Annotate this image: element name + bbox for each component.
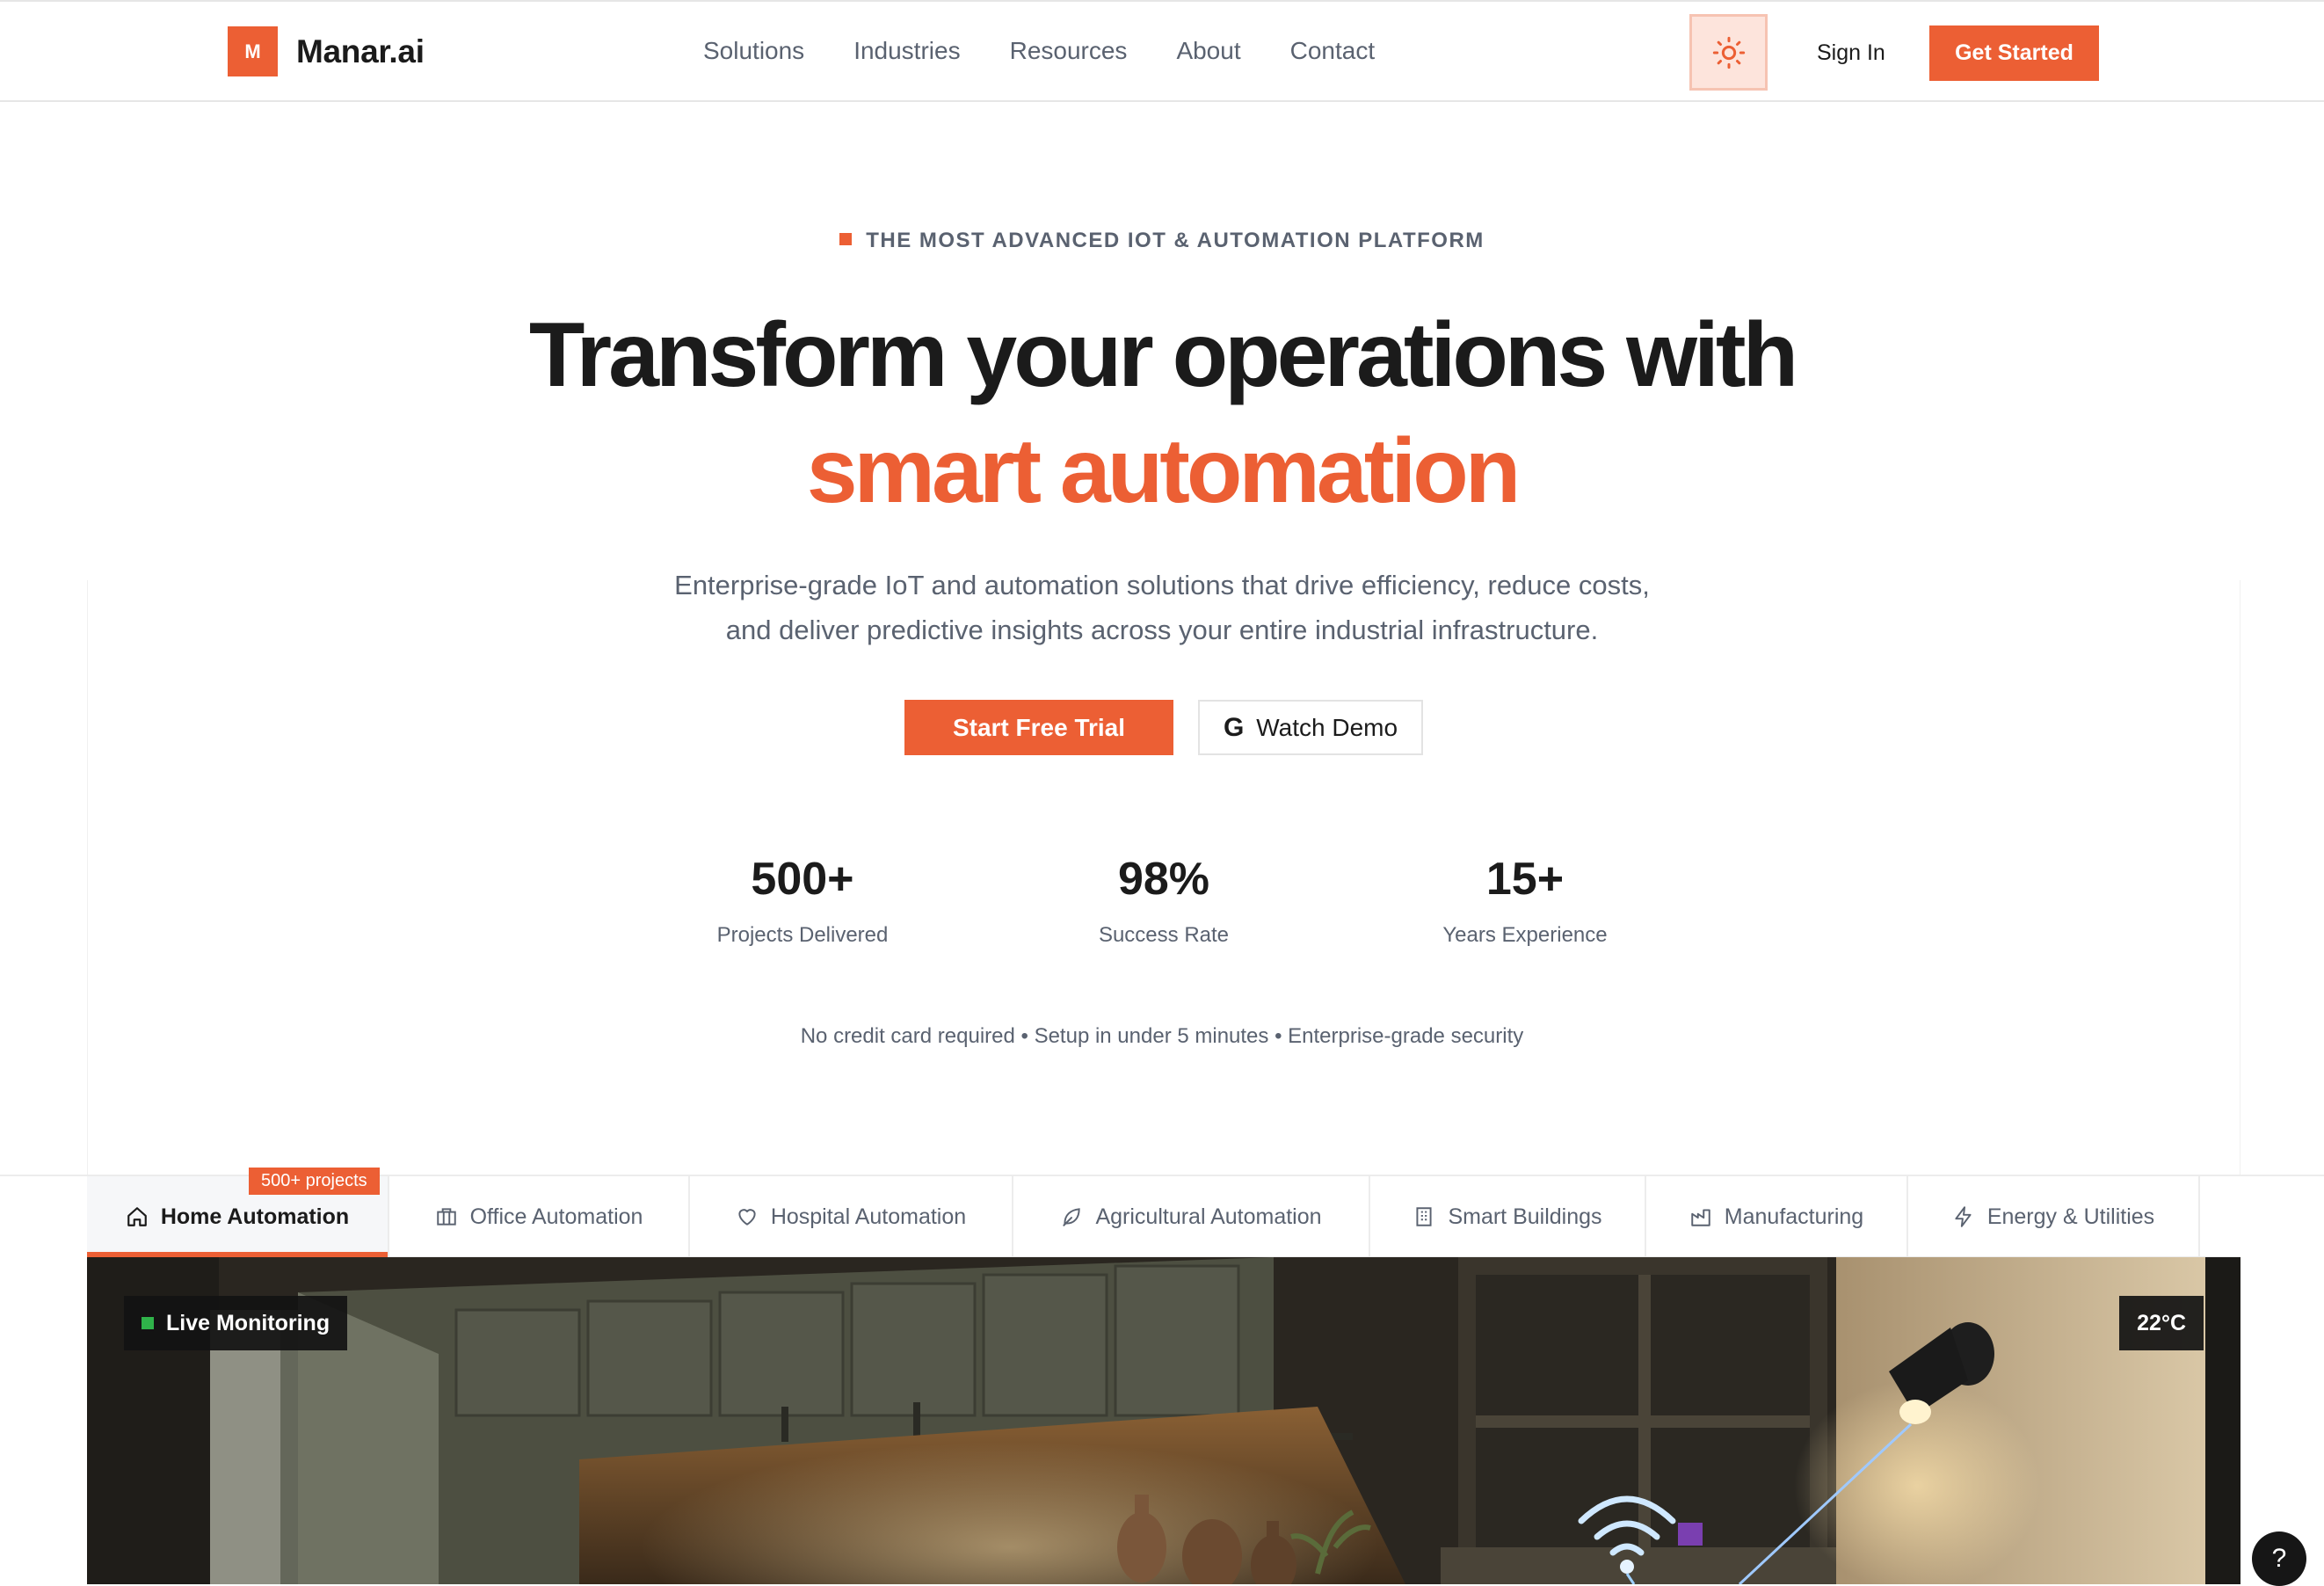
tab-label: Office Automation xyxy=(469,1204,643,1229)
hero-title-line1: Transform your operations with xyxy=(528,304,1798,406)
logo-mark[interactable]: M xyxy=(228,26,278,76)
home-icon xyxy=(127,1207,147,1226)
get-started-button[interactable]: Get Started xyxy=(1929,25,2099,81)
nav-contact[interactable]: Contact xyxy=(1290,37,1376,65)
hero-subtitle: Enterprise-grade IoT and automation solu… xyxy=(591,563,1733,652)
nav-solutions[interactable]: Solutions xyxy=(703,37,804,65)
sun-icon xyxy=(1712,36,1745,69)
tab-smart-buildings[interactable]: Smart Buildings xyxy=(1370,1176,1646,1257)
live-monitoring-badge: Live Monitoring xyxy=(124,1296,348,1350)
nav-industries[interactable]: Industries xyxy=(853,37,960,65)
stat-success-rate: 98% Success Rate xyxy=(1023,853,1304,948)
building-icon xyxy=(1416,1207,1433,1226)
status-dot-icon xyxy=(142,1317,154,1329)
tab-label: Agricultural Automation xyxy=(1095,1204,1322,1229)
watch-demo-label: Watch Demo xyxy=(1256,713,1398,741)
subtitle-line2: and deliver predictive insights across y… xyxy=(725,615,1599,645)
watch-demo-button[interactable]: G Watch Demo xyxy=(1198,700,1423,755)
stat-value: 15+ xyxy=(1485,854,1565,905)
tab-label: Energy & Utilities xyxy=(1986,1204,2155,1229)
tab-label: Hospital Automation xyxy=(770,1204,967,1229)
room-illustration xyxy=(87,1257,2240,1584)
heart-icon xyxy=(738,1209,756,1226)
home-automation-preview: Live Monitoring 22°C xyxy=(87,1257,2240,1584)
tab-label: Home Automation xyxy=(160,1204,350,1229)
hero-title-highlight: smart automation xyxy=(806,420,1521,522)
stat-label: Years Experience xyxy=(1442,923,1608,947)
stat-years: 15+ Years Experience xyxy=(1384,853,1666,948)
nav-resources[interactable]: Resources xyxy=(1010,37,1128,65)
leaf-icon xyxy=(1063,1208,1081,1226)
section-border-left xyxy=(87,580,88,1175)
stat-projects: 500+ Projects Delivered xyxy=(662,853,943,948)
stat-value: 500+ xyxy=(751,854,854,905)
google-icon: G xyxy=(1223,712,1245,742)
sign-in-link[interactable]: Sign In xyxy=(1817,40,1885,66)
tab-hospital-automation[interactable]: Hospital Automation xyxy=(690,1176,1013,1257)
subtitle-line1: Enterprise-grade IoT and automation solu… xyxy=(674,570,1650,600)
tab-energy-utilities[interactable]: Energy & Utilities xyxy=(1908,1176,2200,1257)
tab-home-automation[interactable]: 500+ projects Home Automation xyxy=(87,1168,389,1257)
factory-icon xyxy=(1691,1209,1710,1226)
projects-badge: 500+ projects xyxy=(249,1168,380,1195)
tab-label: Manufacturing xyxy=(1724,1204,1864,1229)
bolt-icon xyxy=(1955,1206,1972,1227)
theme-toggle-button[interactable] xyxy=(1689,14,1768,91)
industry-tabs: 500+ projects Home Automation Office Aut… xyxy=(87,1168,2240,1257)
tab-overflow[interactable] xyxy=(2200,1176,2240,1257)
eyebrow-text: THE MOST ADVANCED IOT & AUTOMATION PLATF… xyxy=(866,229,1485,252)
hero-eyebrow: THE MOST ADVANCED IOT & AUTOMATION PLATF… xyxy=(0,229,2324,253)
temperature-badge: 22°C xyxy=(2119,1296,2204,1350)
tab-agricultural-automation[interactable]: Agricultural Automation xyxy=(1013,1176,1370,1257)
nav-about[interactable]: About xyxy=(1176,37,1240,65)
main-nav: Solutions Industries Resources About Con… xyxy=(703,37,1424,65)
brand-name[interactable]: Manar.ai xyxy=(296,33,425,70)
briefcase-icon xyxy=(436,1208,456,1226)
top-navigation-bar: M Manar.ai Solutions Industries Resource… xyxy=(0,0,2324,102)
tab-label: Smart Buildings xyxy=(1448,1204,1602,1229)
tab-office-automation[interactable]: Office Automation xyxy=(389,1176,690,1257)
trust-note: No credit card required • Setup in under… xyxy=(800,1024,1524,1048)
help-button[interactable]: ? xyxy=(2252,1531,2306,1586)
start-free-trial-button[interactable]: Start Free Trial xyxy=(904,700,1173,755)
square-bullet-icon xyxy=(839,233,853,245)
stat-value: 98% xyxy=(1117,854,1210,905)
live-label: Live Monitoring xyxy=(166,1310,330,1335)
stat-label: Projects Delivered xyxy=(716,923,889,947)
stat-label: Success Rate xyxy=(1098,923,1230,947)
tab-manufacturing[interactable]: Manufacturing xyxy=(1646,1176,1908,1257)
